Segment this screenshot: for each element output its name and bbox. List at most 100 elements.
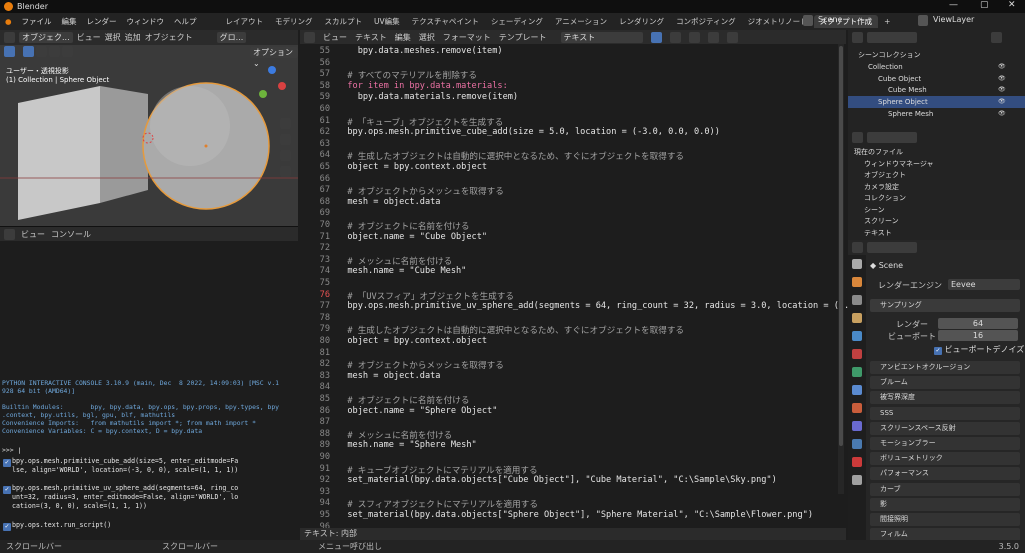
new-text-icon[interactable] [669, 31, 681, 43]
properties-tab-icon[interactable] [852, 313, 862, 323]
console-history-item[interactable]: bpy.ops.text.run_script() [12, 521, 111, 530]
code-line[interactable]: # オブジェクトに名前を付ける [337, 220, 469, 232]
properties-tab-icon[interactable] [852, 403, 862, 413]
code-line[interactable]: bpy.data.meshes.remove(item) [337, 46, 503, 56]
code-line[interactable]: # オブジェクトからメッシュを取得する [337, 359, 503, 371]
pan-icon[interactable] [280, 134, 291, 145]
denoise-checkbox[interactable]: ✓ ビューポートデノイズ [934, 344, 1024, 355]
code-line[interactable]: # 「キューブ」オブジェクトを生成する [337, 116, 503, 128]
visibility-eye-icon[interactable]: 👁 [998, 73, 1006, 85]
minimize-button[interactable]: — [949, 0, 958, 10]
code-line[interactable]: object = bpy.context.object [337, 162, 487, 172]
tab-shading[interactable]: シェーディング [485, 15, 549, 28]
blendfile-row[interactable]: コレクション [848, 192, 1025, 204]
code-line[interactable]: mesh.name = "Cube Mesh" [337, 266, 466, 276]
property-panel[interactable]: ブルーム [870, 376, 1020, 390]
blendfile-row[interactable]: 現在のファイル [848, 146, 1025, 158]
tab-texture-paint[interactable]: テクスチャペイント [406, 15, 485, 28]
code-line[interactable]: object = bpy.context.object [337, 336, 487, 346]
close-button[interactable]: ✕ [1008, 0, 1016, 10]
tab-animation[interactable]: アニメーション [549, 15, 613, 28]
console-history-item[interactable]: bpy.ops.mesh.primitive_cube_add(size=5, … [12, 457, 238, 475]
render-engine-dropdown[interactable]: Eevee [948, 279, 1020, 290]
code-line[interactable]: # 生成したオブジェクトは自動的に選択中となるため、すぐにオブジェクトを取得する [337, 150, 684, 162]
properties-tab-icon[interactable] [852, 475, 862, 485]
ed-menu-edit[interactable]: 編集 [395, 32, 411, 43]
tab-sculpt[interactable]: スカルプト [319, 15, 369, 28]
code-line[interactable]: for item in bpy.data.materials: [337, 81, 507, 91]
code-line[interactable]: mesh = object.data [337, 371, 440, 381]
blendfile-type-icon[interactable] [852, 132, 863, 143]
property-panel[interactable]: 間接照明 [870, 513, 1020, 526]
property-panel[interactable]: カーブ [870, 482, 1020, 496]
sampling-panel[interactable]: サンプリング [870, 299, 1020, 312]
blendfile-row[interactable]: オブジェクト [848, 169, 1025, 181]
navigation-gizmo[interactable] [256, 66, 286, 116]
code-line[interactable]: # 生成したオブジェクトは自動的に選択中となるため、すぐにオブジェクトを取得する [337, 324, 684, 336]
viewlayer-name[interactable]: ViewLayer [933, 15, 974, 24]
properties-type-icon[interactable] [852, 242, 863, 253]
properties-tab-icon[interactable] [852, 331, 862, 341]
blendfile-row[interactable]: テキスト [848, 227, 1025, 239]
tab-uv[interactable]: UV編集 [368, 15, 406, 28]
property-panel[interactable]: 影 [870, 497, 1020, 511]
outliner-row[interactable]: Cube Mesh 👁 [848, 84, 1025, 96]
viewlayer-icon[interactable] [918, 15, 928, 26]
text-editor-type-icon[interactable] [304, 31, 315, 43]
visibility-eye-icon[interactable]: 👁 [998, 108, 1006, 120]
property-panel[interactable]: SSS [870, 406, 1020, 420]
3d-viewport[interactable]: オブジェク... ビュー 選択 追加 オブジェクト グロ... オプション ⌄ … [0, 30, 298, 226]
code-line[interactable]: object.name = "Cube Object" [337, 232, 487, 242]
ortho-toggle-icon[interactable] [280, 166, 291, 177]
text-editor[interactable]: ビュー テキスト 編集 選択 フォーマット テンプレート テキスト 55 bpy… [300, 30, 850, 540]
menu-help[interactable]: ヘルプ [169, 16, 202, 27]
ed-menu-template[interactable]: テンプレート [499, 32, 547, 43]
console-menu-console[interactable]: コンソール [51, 229, 91, 240]
properties-tab-icon[interactable] [852, 439, 862, 449]
properties-tab-icon[interactable] [852, 421, 862, 431]
menu-file[interactable]: ファイル [17, 16, 57, 27]
ed-menu-view[interactable]: ビュー [323, 32, 347, 43]
camera-view-icon[interactable] [280, 150, 291, 161]
tab-layout[interactable]: レイアウト [220, 15, 270, 28]
blendfile-row[interactable]: ウィンドウマネージャ [848, 158, 1025, 170]
ed-menu-text[interactable]: テキスト [355, 32, 387, 43]
code-line[interactable]: bpy.ops.mesh.primitive_cube_add(size = 5… [337, 127, 720, 137]
properties-search-input[interactable] [867, 242, 917, 253]
property-panel[interactable]: アンビエントオクルージョン [870, 361, 1020, 374]
code-line[interactable]: set_material(bpy.data.objects["Cube Obje… [337, 475, 776, 485]
blendfile-row[interactable]: カメラ設定 [848, 181, 1025, 193]
fake-user-icon[interactable] [650, 31, 662, 43]
code-line[interactable]: mesh = object.data [337, 197, 440, 207]
scene-name[interactable]: Scene [818, 15, 842, 24]
properties-tab-icon[interactable] [852, 367, 862, 377]
tab-compositing[interactable]: コンポジティング [670, 15, 742, 28]
zoom-icon[interactable] [280, 118, 291, 129]
unlink-text-icon[interactable] [707, 31, 719, 43]
code-line[interactable]: # スフィアオブジェクトにマテリアルを適用する [337, 498, 538, 510]
console-editor-type-icon[interactable] [4, 228, 15, 240]
tab-modeling[interactable]: モデリング [269, 15, 319, 28]
properties-tab-icon[interactable] [852, 295, 862, 305]
ed-menu-select[interactable]: 選択 [419, 32, 435, 43]
blendfile-search-input[interactable] [867, 132, 917, 143]
blender-menu-icon[interactable]: ● [0, 17, 17, 26]
property-panel[interactable]: モーションブラー [870, 437, 1020, 450]
menu-window[interactable]: ウィンドウ [122, 16, 170, 27]
properties-tab-icon[interactable] [852, 259, 862, 269]
filter-icon[interactable] [991, 32, 1002, 43]
open-text-icon[interactable] [688, 31, 700, 43]
properties-tab-icon[interactable] [852, 457, 862, 467]
code-line[interactable]: bpy.data.materials.remove(item) [337, 92, 518, 102]
console-history-item[interactable]: bpy.ops.mesh.primitive_uv_sphere_add(seg… [12, 484, 238, 511]
property-panel[interactable]: 被写界深度 [870, 391, 1020, 405]
code-line[interactable]: # 「UVスフィア」オブジェクトを生成する [337, 290, 514, 302]
code-line[interactable]: object.name = "Sphere Object" [337, 406, 497, 416]
outliner-row[interactable]: シーンコレクション [848, 49, 1025, 61]
code-line[interactable]: # オブジェクトからメッシュを取得する [337, 185, 503, 197]
scrollbar-thumb[interactable] [839, 46, 843, 446]
code-area[interactable]: 55 bpy.data.meshes.remove(item) 56 57 # すべ… [300, 44, 850, 532]
outliner-type-icon[interactable] [852, 32, 863, 43]
ed-menu-format[interactable]: フォーマット [443, 32, 491, 43]
code-line[interactable]: bpy.ops.mesh.primitive_uv_sphere_add(seg… [337, 301, 849, 311]
